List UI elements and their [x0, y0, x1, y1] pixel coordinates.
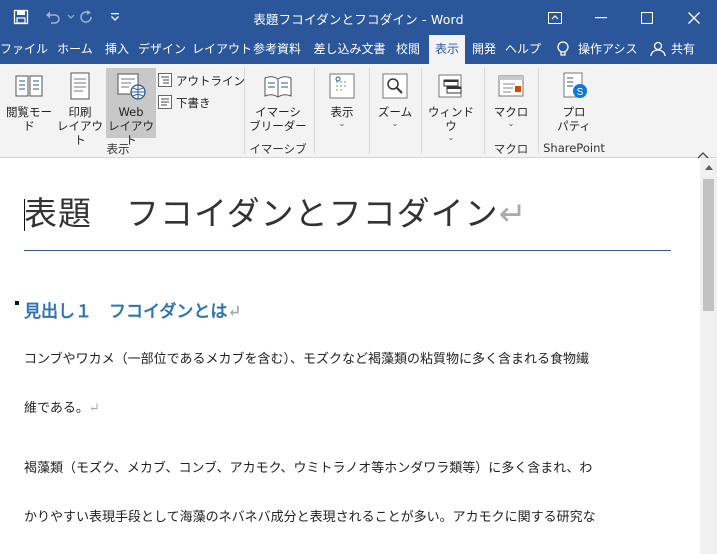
group-label-views: 表示	[106, 142, 130, 156]
ribbon: 閲覧モード 印刷 レイアウト Web レイアウト アウトライン 下書き 表示 イ…	[0, 64, 717, 159]
paragraph-mark: ↵	[227, 302, 242, 322]
paragraph-mark: ↵	[498, 194, 528, 233]
draft-label: 下書き	[176, 96, 211, 110]
redo-icon[interactable]	[75, 6, 97, 28]
tab-developer[interactable]: 開発	[469, 35, 499, 64]
tab-insert[interactable]: 挿入	[102, 35, 132, 64]
paragraph-2-line-2[interactable]: かりやすい表現手段として海藻のネバネバ成分と表現されることが多い。アカモクに関す…	[24, 506, 596, 525]
text-cursor	[24, 199, 25, 231]
chevron-down-icon: ⌄	[338, 119, 346, 128]
book-icon	[15, 75, 43, 97]
customize-qat-icon[interactable]	[104, 6, 126, 28]
window-label: ウィンドウ	[428, 105, 474, 133]
window-button[interactable]: ウィンドウ ⌄	[426, 68, 476, 142]
group-separator	[244, 68, 245, 154]
heading-1[interactable]: 見出し１ フコイダンとは↵	[24, 297, 242, 322]
svg-text:S: S	[577, 87, 584, 98]
tab-help[interactable]: ヘルプ	[504, 35, 542, 64]
paragraph-1-text-end: 維である。	[24, 401, 89, 416]
chevron-down-icon: ⌄	[391, 119, 399, 128]
immersive-reader-label-1: イマーシ	[255, 105, 301, 119]
vertical-scrollbar[interactable]	[700, 159, 717, 554]
lightbulb-icon[interactable]	[553, 39, 573, 59]
tab-layout[interactable]: レイアウト	[192, 35, 252, 64]
person-icon[interactable]	[648, 39, 668, 59]
zoom-button[interactable]: ズーム ⌄	[374, 68, 416, 138]
print-layout-button[interactable]: 印刷 レイアウト	[57, 68, 103, 147]
outline-button[interactable]: アウトライン	[158, 71, 245, 91]
minimize-icon[interactable]	[578, 0, 624, 35]
tab-view[interactable]: 表示	[429, 35, 465, 64]
web-layout-icon	[117, 73, 146, 100]
paragraph-1-line-1[interactable]: コンブやワカメ（一部位であるメカブを含む）、モズクなど褐藻類の粘質物に多く含まれ…	[24, 348, 589, 367]
read-mode-button[interactable]: 閲覧モード	[2, 68, 56, 138]
sharepoint-properties-icon: S	[563, 72, 587, 98]
group-separator	[369, 68, 370, 154]
chevron-down-icon: ⌄	[507, 119, 515, 128]
document-area[interactable]: 表題 フコイダンとフコダイン↵ 見出し１ フコイダンとは↵ コンブやワカメ（一部…	[0, 159, 700, 554]
maximize-icon[interactable]	[624, 0, 670, 35]
ribbon-display-icon[interactable]	[532, 0, 578, 35]
group-separator	[484, 68, 485, 154]
scrollbar-thumb[interactable]	[703, 179, 714, 311]
macros-label: マクロ	[493, 105, 529, 119]
tell-me-box[interactable]: 操作アシス	[578, 35, 638, 64]
show-button[interactable]: 表示 ⌄	[321, 68, 363, 138]
page-icon	[70, 72, 90, 100]
share-button[interactable]: 共有	[668, 35, 698, 64]
document-title-text: 表題 フコイダンとフコダイン	[24, 194, 499, 233]
show-label: 表示	[330, 105, 354, 119]
zoom-label: ズーム	[377, 105, 413, 119]
web-layout-button[interactable]: Web レイアウト	[106, 68, 156, 147]
chevron-down-icon: ⌄	[447, 133, 455, 142]
properties-label-2: パティ	[557, 119, 591, 133]
properties-button[interactable]: S プロ パティ	[548, 68, 600, 138]
group-separator	[421, 68, 422, 154]
tab-design[interactable]: デザイン	[138, 35, 186, 64]
macro-icon	[498, 75, 524, 97]
print-layout-label-1: 印刷	[68, 105, 92, 119]
ribbon-tabs: ファイル ホーム 挿入 デザイン レイアウト 参考資料 差し込み文書 校閲 表示…	[0, 35, 717, 64]
read-mode-label: 閲覧モード	[6, 105, 52, 133]
properties-label-1: プロ	[562, 105, 586, 119]
macros-button[interactable]: マクロ ⌄	[489, 68, 533, 138]
immersive-reader-button[interactable]: イマーシ ブリーダー	[249, 68, 307, 138]
magnifier-icon	[382, 73, 408, 99]
paragraph-2-line-1[interactable]: 褐藻類（モズク、メカブ、コンブ、アカモク、ウミトラノオ等ホンダワラ類等）に多く含…	[24, 457, 592, 476]
close-icon[interactable]	[671, 0, 717, 35]
immersive-reader-icon	[264, 76, 292, 98]
title-bar: 表題フコイダンとフコダイン - Word	[0, 0, 717, 35]
save-icon[interactable]	[10, 6, 32, 28]
show-icon	[329, 73, 355, 99]
group-label-immersive: イマーシブ	[249, 142, 307, 156]
group-label-sharepoint: SharePoint	[543, 141, 605, 155]
tab-file[interactable]: ファイル	[0, 35, 48, 64]
heading-1-text: 見出し１ フコイダンとは	[24, 302, 228, 322]
collapse-ribbon-icon[interactable]	[697, 144, 709, 159]
scroll-up-icon[interactable]	[700, 159, 717, 176]
immersive-reader-label-2: ブリーダー	[249, 119, 307, 133]
tab-home[interactable]: ホーム	[55, 35, 95, 64]
draft-icon	[158, 95, 172, 109]
outline-icon	[158, 73, 172, 87]
tab-mailings[interactable]: 差し込み文書	[311, 35, 388, 64]
tab-references[interactable]: 参考資料	[250, 35, 304, 64]
document-title[interactable]: 表題 フコイダンとフコダイン↵	[24, 187, 527, 235]
tab-review[interactable]: 校閲	[393, 35, 423, 64]
group-separator	[314, 68, 315, 154]
web-layout-label-1: Web	[118, 105, 144, 119]
windows-icon	[438, 74, 462, 98]
group-label-macros: マクロ	[493, 142, 529, 156]
outline-label: アウトライン	[176, 74, 245, 88]
paragraph-mark: ↵	[88, 401, 100, 416]
paragraph-1-line-2[interactable]: 維である。↵	[24, 397, 100, 416]
title-underline	[24, 250, 671, 251]
draft-button[interactable]: 下書き	[158, 93, 211, 113]
heading-marker	[15, 301, 19, 305]
